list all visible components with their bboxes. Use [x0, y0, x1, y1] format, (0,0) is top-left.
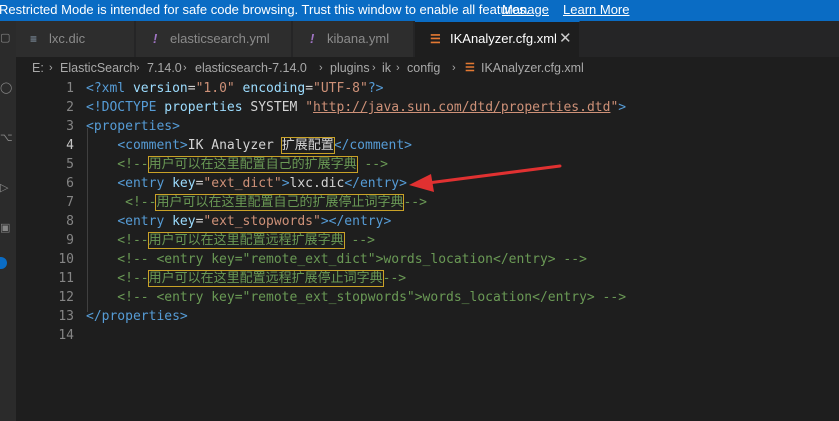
learn-more-link[interactable]: Learn More	[563, 0, 629, 20]
code-text: <entry key="ext_stopwords"></entry>	[117, 214, 392, 229]
extensions-icon[interactable]: ▣	[0, 221, 12, 235]
line-number: 12	[58, 290, 74, 305]
code-text: <!--用户可以在这里配置自己的扩展字典 -->	[86, 156, 388, 173]
xml-file-icon: ☰	[465, 62, 475, 74]
line-number: 5	[66, 157, 74, 172]
manage-link[interactable]: Manage	[502, 0, 549, 20]
code-line[interactable]: 11 <!--用户可以在这里配置远程扩展停止词字典-->	[16, 269, 839, 288]
code-text: <?xml version="1.0" encoding="UTF-8"?>	[86, 81, 384, 96]
banner-message: Restricted Mode is intended for safe cod…	[0, 2, 530, 17]
line-number: 13	[58, 309, 74, 324]
breadcrumb-item[interactable]: 7.14.0	[147, 57, 182, 79]
breadcrumb-item[interactable]: ElasticSearch	[60, 57, 136, 79]
line-number: 11	[58, 271, 74, 286]
code-text: <properties>	[86, 119, 180, 134]
code-text: <!--用户可以在这里配置自己的扩展停止词字典-->	[86, 194, 427, 211]
code-line[interactable]: 5 <!--用户可以在这里配置自己的扩展字典 -->	[16, 155, 839, 174]
tab-label: IKAnalyzer.cfg.xml	[450, 31, 557, 46]
line-number: 4	[66, 138, 74, 153]
breadcrumb-separator: ›	[396, 62, 400, 74]
close-icon[interactable]: ✕	[559, 22, 572, 56]
code-text: <!-- <entry key="remote_ext_stopwords">w…	[86, 290, 627, 305]
breadcrumb-separator: ›	[49, 62, 53, 74]
code-line[interactable]: 3 <properties>	[16, 117, 839, 136]
run-debug-icon[interactable]: ▷	[0, 181, 12, 195]
breadcrumb-item[interactable]: config	[407, 57, 440, 79]
breadcrumb-separator: ›	[452, 62, 456, 74]
code-line[interactable]: 6 <entry key="ext_dict">lxc.dic</entry>	[16, 174, 839, 193]
line-number: 9	[66, 233, 74, 248]
tab-bar: ≡ lxc.dic ! elasticsearch.yml ! kibana.y…	[16, 21, 839, 57]
code-line[interactable]: 2 <!DOCTYPE properties SYSTEM "http://ja…	[16, 98, 839, 117]
tab-kibana-yml[interactable]: ! kibana.yml	[293, 21, 414, 57]
xml-file-icon: ☰	[430, 32, 441, 46]
code-line[interactable]: 9 <!--用户可以在这里配置远程扩展字典 -->	[16, 231, 839, 250]
search-icon[interactable]: ◯	[0, 81, 12, 95]
code-line[interactable]: 8 <entry key="ext_stopwords"></entry>	[16, 212, 839, 231]
text-file-icon: ≡	[30, 32, 38, 46]
breadcrumb: E: › ElasticSearch › 7.14.0 › elasticsea…	[16, 57, 839, 79]
restricted-mode-banner: Restricted Mode is intended for safe cod…	[0, 0, 839, 21]
breadcrumb-item[interactable]: elasticsearch-7.14.0	[195, 57, 307, 79]
code-line[interactable]: 14	[16, 326, 839, 345]
activity-bar: ▢ ◯ ⌥ ▷ ▣	[0, 21, 16, 421]
notification-badge	[0, 257, 7, 269]
code-text: <!DOCTYPE properties SYSTEM "http://java…	[86, 100, 627, 115]
code-text: <comment>IK Analyzer 扩展配置</comment>	[117, 137, 412, 154]
line-number: 10	[58, 252, 74, 267]
line-number: 8	[66, 214, 74, 229]
code-text: <!--用户可以在这里配置远程扩展字典 -->	[86, 232, 375, 249]
code-text: <entry key="ext_dict">lxc.dic</entry>	[117, 176, 407, 191]
code-text: <!-- <entry key="remote_ext_dict">words_…	[86, 252, 587, 267]
breadcrumb-separator: ›	[319, 62, 323, 74]
source-control-icon[interactable]: ⌥	[0, 131, 12, 145]
yaml-file-icon: !	[153, 31, 158, 46]
code-line[interactable]: 13 </properties>	[16, 307, 839, 326]
line-number: 7	[66, 195, 74, 210]
breadcrumb-separator: ›	[183, 62, 187, 74]
code-text: <!--用户可以在这里配置远程扩展停止词字典-->	[86, 270, 407, 287]
line-number: 1	[66, 81, 74, 96]
line-number: 2	[66, 100, 74, 115]
line-number: 6	[66, 176, 74, 191]
breadcrumb-separator: ›	[372, 62, 376, 74]
tab-lxc-dic[interactable]: ≡ lxc.dic	[16, 21, 135, 57]
code-line[interactable]: 10 <!-- <entry key="remote_ext_dict">wor…	[16, 250, 839, 269]
breadcrumb-separator: ›	[136, 62, 140, 74]
code-line[interactable]: 12 <!-- <entry key="remote_ext_stopwords…	[16, 288, 839, 307]
tab-label: elasticsearch.yml	[170, 31, 270, 46]
code-line[interactable]: 1 <?xml version="1.0" encoding="UTF-8"?>	[16, 79, 839, 98]
tab-elasticsearch-yml[interactable]: ! elasticsearch.yml	[136, 21, 292, 57]
line-number: 14	[58, 328, 74, 343]
explorer-icon[interactable]: ▢	[0, 31, 12, 45]
breadcrumb-item[interactable]: plugins	[330, 57, 370, 79]
tab-label: lxc.dic	[49, 31, 86, 46]
tab-label: kibana.yml	[327, 31, 390, 46]
line-number: 3	[66, 119, 74, 134]
code-line-current[interactable]: 4 <comment>IK Analyzer 扩展配置</comment>	[16, 136, 839, 155]
yaml-file-icon: !	[310, 31, 315, 46]
code-editor[interactable]: 1 <?xml version="1.0" encoding="UTF-8"?>…	[16, 79, 839, 421]
code-text: </properties>	[86, 309, 188, 324]
breadcrumb-item[interactable]: E:	[32, 57, 44, 79]
code-line[interactable]: 7 <!--用户可以在这里配置自己的扩展停止词字典-->	[16, 193, 839, 212]
breadcrumb-item[interactable]: ik	[382, 57, 391, 79]
breadcrumb-item[interactable]: IKAnalyzer.cfg.xml	[481, 57, 584, 79]
tab-ikanalyzer-cfg-xml[interactable]: ☰ IKAnalyzer.cfg.xml ✕	[415, 21, 580, 57]
